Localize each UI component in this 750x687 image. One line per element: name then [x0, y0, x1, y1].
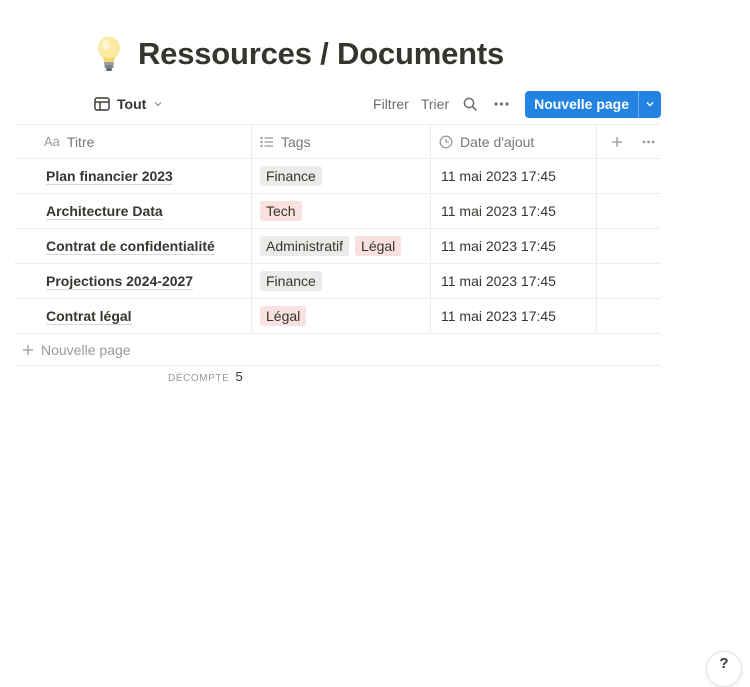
cell-empty — [597, 299, 661, 333]
view-tab-all[interactable]: Tout — [94, 90, 163, 118]
more-horizontal-icon — [494, 102, 509, 106]
more-options-button[interactable] — [486, 102, 517, 106]
cell-title[interactable]: Contrat légal — [14, 299, 252, 333]
text-aa-icon: Aa — [44, 134, 60, 149]
new-page-label[interactable]: Nouvelle page — [525, 91, 638, 118]
table-row[interactable]: Plan financier 2023 Finance 11 mai 2023 … — [14, 159, 661, 194]
page-title[interactable]: Ressources / Documents — [138, 36, 504, 72]
table-row[interactable]: Architecture Data Tech 11 mai 2023 17:45 — [14, 194, 661, 229]
cell-tags[interactable]: Administratif Légal — [252, 229, 431, 263]
count-label: DÉCOMPTE — [168, 373, 230, 384]
filter-button[interactable]: Filtrer — [367, 96, 415, 112]
cell-date: 11 mai 2023 17:45 — [431, 159, 597, 193]
cell-date: 11 mai 2023 17:45 — [431, 299, 597, 333]
cell-empty — [597, 159, 661, 193]
column-header-tags[interactable]: Tags — [252, 125, 431, 158]
list-icon — [260, 136, 273, 147]
more-horizontal-icon — [642, 140, 655, 143]
cell-title[interactable]: Projections 2024-2027 — [14, 264, 252, 298]
column-header-label: Tags — [281, 133, 311, 150]
cell-title[interactable]: Architecture Data — [14, 194, 252, 228]
lightbulb-icon[interactable] — [94, 34, 124, 74]
row-title[interactable]: Plan financier 2023 — [46, 168, 173, 185]
column-header-title[interactable]: Aa Titre — [14, 125, 252, 158]
tag-badge: Finance — [260, 271, 322, 291]
add-column-button[interactable] — [611, 136, 623, 148]
cell-empty — [597, 264, 661, 298]
clock-icon — [439, 135, 453, 148]
table-header: Aa Titre Tags Date d'ajout — [14, 124, 661, 159]
cell-empty — [597, 229, 661, 263]
cell-title[interactable]: Contrat de confidentialité — [14, 229, 252, 263]
add-row-label: Nouvelle page — [41, 341, 131, 358]
cell-tags[interactable]: Finance — [252, 264, 431, 298]
cell-tags[interactable]: Tech — [252, 194, 431, 228]
column-header-actions — [597, 125, 661, 158]
row-title[interactable]: Contrat de confidentialité — [46, 238, 215, 255]
count-value: 5 — [235, 369, 243, 384]
column-header-label: Date d'ajout — [460, 133, 535, 150]
row-title[interactable]: Contrat légal — [46, 308, 132, 325]
row-title[interactable]: Architecture Data — [46, 203, 163, 220]
search-button[interactable] — [455, 97, 486, 112]
cell-empty — [597, 194, 661, 228]
database-toolbar: Tout Filtrer Trier Nouvelle page — [94, 90, 661, 118]
add-row-button[interactable]: Nouvelle page — [14, 334, 661, 366]
page-header: Ressources / Documents — [94, 30, 504, 78]
table-row[interactable]: Projections 2024-2027 Finance 11 mai 202… — [14, 264, 661, 299]
cell-tags[interactable]: Finance — [252, 159, 431, 193]
search-icon — [463, 97, 478, 111]
cell-date: 11 mai 2023 17:45 — [431, 264, 597, 298]
new-page-options-button[interactable] — [638, 90, 661, 118]
help-button[interactable]: ? — [706, 651, 742, 687]
row-title[interactable]: Projections 2024-2027 — [46, 273, 194, 290]
tag-badge: Tech — [260, 201, 302, 221]
database-table: Aa Titre Tags Date d'ajout Plan financie… — [14, 124, 661, 366]
chevron-down-icon — [646, 102, 654, 107]
cell-date: 11 mai 2023 17:45 — [431, 194, 597, 228]
chevron-down-icon — [154, 102, 162, 107]
toolbar-actions: Filtrer Trier Nouvelle page — [367, 90, 661, 118]
table-row[interactable]: Contrat de confidentialité Administratif… — [14, 229, 661, 264]
cell-title[interactable]: Plan financier 2023 — [14, 159, 252, 193]
table-icon — [94, 97, 110, 111]
plus-icon — [612, 136, 622, 147]
column-options-button[interactable] — [642, 140, 655, 144]
new-page-button[interactable]: Nouvelle page — [525, 90, 661, 118]
tag-badge: Légal — [260, 306, 307, 326]
column-header-date[interactable]: Date d'ajout — [431, 125, 597, 158]
sort-button[interactable]: Trier — [415, 96, 455, 112]
tag-badge: Administratif — [260, 236, 350, 256]
table-row[interactable]: Contrat légal Légal 11 mai 2023 17:45 — [14, 299, 661, 334]
row-count[interactable]: DÉCOMPTE 5 — [168, 369, 243, 384]
help-label: ? — [719, 655, 729, 672]
cell-date: 11 mai 2023 17:45 — [431, 229, 597, 263]
tag-badge: Légal — [355, 236, 402, 256]
column-header-label: Titre — [66, 133, 95, 150]
plus-icon — [23, 344, 33, 355]
tag-badge: Finance — [260, 166, 322, 186]
view-tab-label: Tout — [117, 96, 147, 112]
cell-tags[interactable]: Légal — [252, 299, 431, 333]
